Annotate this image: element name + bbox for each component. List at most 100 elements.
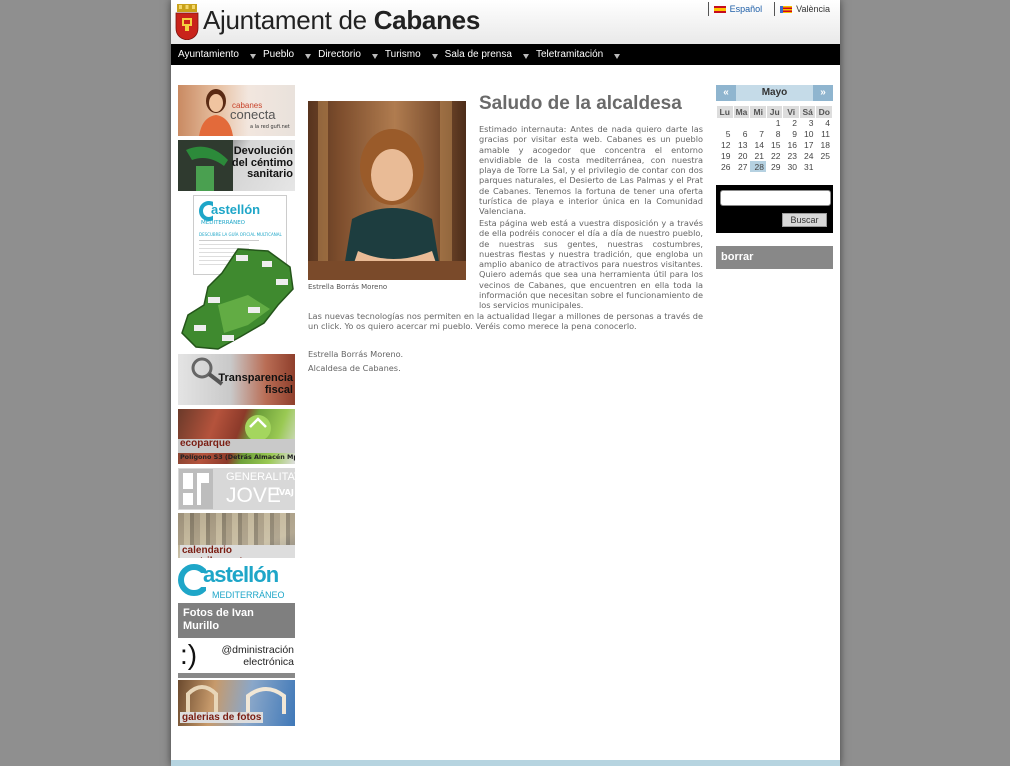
nav-item-ayuntamiento[interactable]: Ayuntamiento xyxy=(171,44,256,65)
calendar-day[interactable]: 2 xyxy=(783,118,799,129)
nav-item-pueblo[interactable]: Pueblo xyxy=(256,44,312,65)
lang-es-link[interactable]: Español xyxy=(707,2,763,16)
nav-item-label: Pueblo xyxy=(262,49,295,60)
jove-line1: GENERALITAT xyxy=(226,471,295,483)
banner-transparencia-fiscal[interactable]: Transparencia fiscal xyxy=(178,354,295,405)
calendar-day[interactable]: 24 xyxy=(800,150,816,161)
calendar-day[interactable]: 22 xyxy=(767,150,783,161)
fotos-ivan-label: Fotos de Ivan Murillo xyxy=(183,607,254,632)
calendar-day[interactable]: 30 xyxy=(783,161,799,172)
mayor-photo xyxy=(308,101,466,280)
guide-sub: MEDITERRÁNEO xyxy=(201,220,246,226)
nav-item-label: Teletramitación xyxy=(535,49,604,60)
nav-item-sala-de-prensa[interactable]: Sala de prensa xyxy=(438,44,529,65)
calendar: « Mayo » Lu Ma Mi Ju Vi Sá Do 1 2 3 4 5 … xyxy=(716,85,833,172)
calendar-day xyxy=(816,161,832,172)
calendar-day[interactable]: 9 xyxy=(783,129,799,140)
calendar-day[interactable]: 7 xyxy=(750,129,766,140)
banner-castellon-mediterraneo[interactable]: astellón MEDITERRÁNEO xyxy=(178,561,295,601)
calendar-day[interactable]: 17 xyxy=(800,140,816,151)
nav-item-teletramitacion[interactable]: Teletramitación xyxy=(529,44,621,65)
weekday-header: Vi xyxy=(783,106,799,118)
calendar-day[interactable]: 5 xyxy=(717,129,733,140)
nav-item-turismo[interactable]: Turismo xyxy=(378,44,438,65)
weekday-header: Lu xyxy=(717,106,733,118)
nav-item-label: Ayuntamiento xyxy=(178,49,239,60)
page: Ajuntament de Cabanes Español València A… xyxy=(171,0,840,766)
castellon2-sub: MEDITERRÁNEO xyxy=(212,590,285,600)
calendar-day[interactable]: 29 xyxy=(767,161,783,172)
calendar-grid: Lu Ma Mi Ju Vi Sá Do 1 2 3 4 5 6 7 8 9 1… xyxy=(716,106,833,172)
banner-cabanes-conecta[interactable]: cabanes conecta a la red gufi.net xyxy=(178,85,295,136)
banner-devolucion-centimo[interactable]: Devolución del céntimo sanitario xyxy=(178,140,295,191)
jove-line2: JOVE xyxy=(226,484,281,507)
search-button[interactable]: Buscar xyxy=(782,213,827,227)
signature-role: Alcaldesa de Cabanes. xyxy=(308,363,401,373)
calendar-day[interactable]: 20 xyxy=(734,150,750,161)
calendar-day[interactable]: 31 xyxy=(800,161,816,172)
calendar-day[interactable]: 3 xyxy=(800,118,816,129)
banner-fotos-ivan-murillo[interactable]: Fotos de Ivan Murillo xyxy=(178,603,295,638)
banner-generalitat-jove[interactable]: GENERALITAT JOVE IVAJ xyxy=(178,468,295,510)
site-title[interactable]: Ajuntament de Cabanes xyxy=(203,5,480,36)
weekday-header: Ju xyxy=(766,106,783,118)
castellon-c-icon xyxy=(178,564,206,596)
banner-castellon-guide[interactable]: astellón MEDITERRÁNEO DESCUBRE LA GUÍA O… xyxy=(178,195,295,353)
jove-tag: IVAJ xyxy=(276,488,294,497)
spain-flag-icon xyxy=(713,5,726,13)
weekday-header: Mi xyxy=(750,106,766,118)
province-map-icon xyxy=(181,248,294,350)
calendar-prev-button[interactable]: « xyxy=(716,85,736,101)
calendar-day[interactable]: 25 xyxy=(816,150,832,161)
lang-va-link[interactable]: València xyxy=(774,2,830,16)
calendar-day[interactable]: 14 xyxy=(750,140,766,151)
borrar-button[interactable]: borrar xyxy=(716,246,833,269)
calendar-day[interactable]: 21 xyxy=(750,150,766,161)
calendar-day[interactable]: 16 xyxy=(783,140,799,151)
calendar-day[interactable]: 27 xyxy=(734,161,750,172)
calendar-day[interactable]: 26 xyxy=(717,161,733,172)
language-switcher: Español València xyxy=(696,2,830,16)
calendar-day xyxy=(750,118,766,129)
calendario-label: calendario contribuyente xyxy=(180,545,295,558)
guide-brand: astellón xyxy=(211,202,261,217)
transparencia-label: Transparencia fiscal xyxy=(218,372,293,396)
banner-administracion-electronica[interactable]: :) @dministración electrónica xyxy=(178,641,295,678)
banner-ecoparque[interactable]: ecoparque Polígono S3 (Detrás Almacén Mp… xyxy=(178,409,295,464)
valencia-flag-icon xyxy=(780,5,793,13)
gallery-photo xyxy=(186,685,286,714)
calendar-month: Mayo xyxy=(761,87,788,98)
calendar-header: « Mayo » xyxy=(716,85,833,101)
intro-paragraph-1: Estimado internauta: Antes de nada quier… xyxy=(479,124,703,217)
calendar-day[interactable]: 10 xyxy=(800,129,816,140)
nav-item-directorio[interactable]: Directorio xyxy=(311,44,378,65)
nav-item-label: Directorio xyxy=(318,49,361,60)
site-title-bold: Cabanes xyxy=(373,5,481,35)
banner-galerias-de-fotos[interactable]: galerias de fotos xyxy=(178,680,295,726)
search-box: Buscar xyxy=(716,185,833,233)
calendar-day[interactable]: 8 xyxy=(767,129,783,140)
calendar-day[interactable]: 19 xyxy=(717,150,733,161)
calendar-day[interactable]: 23 xyxy=(783,150,799,161)
calendar-day[interactable]: 13 xyxy=(734,140,750,151)
calendar-day-today[interactable]: 28 xyxy=(750,161,766,172)
calendar-next-button[interactable]: » xyxy=(813,85,833,101)
banner-calendario-contribuyente[interactable]: calendario contribuyente xyxy=(178,513,295,558)
calendar-day[interactable]: 4 xyxy=(816,118,832,129)
castellon2-brand: astellón xyxy=(203,562,279,587)
calendar-day[interactable]: 15 xyxy=(767,140,783,151)
calendar-day[interactable]: 11 xyxy=(816,129,832,140)
calendar-day[interactable]: 1 xyxy=(767,118,783,129)
nav-item-label: Sala de prensa xyxy=(444,49,512,60)
calendar-day[interactable]: 12 xyxy=(717,140,733,151)
calendar-day[interactable]: 18 xyxy=(816,140,832,151)
weekday-header: Do xyxy=(816,106,832,118)
weekday-header: Sá xyxy=(799,106,816,118)
calendar-day[interactable]: 6 xyxy=(734,129,750,140)
search-input[interactable] xyxy=(720,190,831,206)
coat-of-arms-icon[interactable] xyxy=(175,4,199,40)
intro-paragraph-2: Esta página web está a vuestra disposici… xyxy=(479,218,703,311)
page-title: Saludo de la alcaldesa xyxy=(479,93,682,114)
lang-es-label: Español xyxy=(729,4,763,14)
weekday-header: Ma xyxy=(733,106,750,118)
